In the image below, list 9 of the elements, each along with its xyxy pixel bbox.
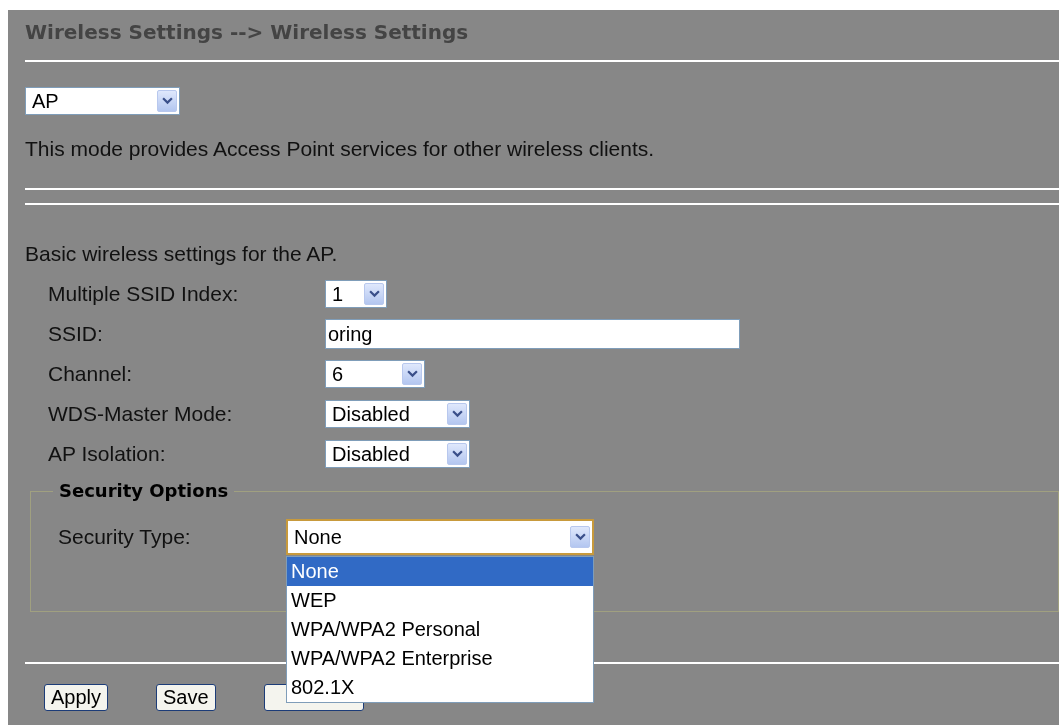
field-label: SSID:	[47, 320, 104, 347]
field-label: WDS-Master Mode:	[47, 400, 234, 427]
field-label: Channel:	[47, 360, 134, 387]
field-label: Multiple SSID Index:	[47, 280, 240, 307]
field-label: Security Type:	[58, 523, 192, 550]
page-title: Wireless Settings --> Wireless Settings	[25, 20, 470, 46]
mode-description: This mode provides Access Point services for other wireless clients.	[25, 135, 656, 162]
section-heading: Basic wireless settings for the AP.	[25, 240, 339, 267]
field-label: AP Isolation:	[47, 440, 167, 467]
